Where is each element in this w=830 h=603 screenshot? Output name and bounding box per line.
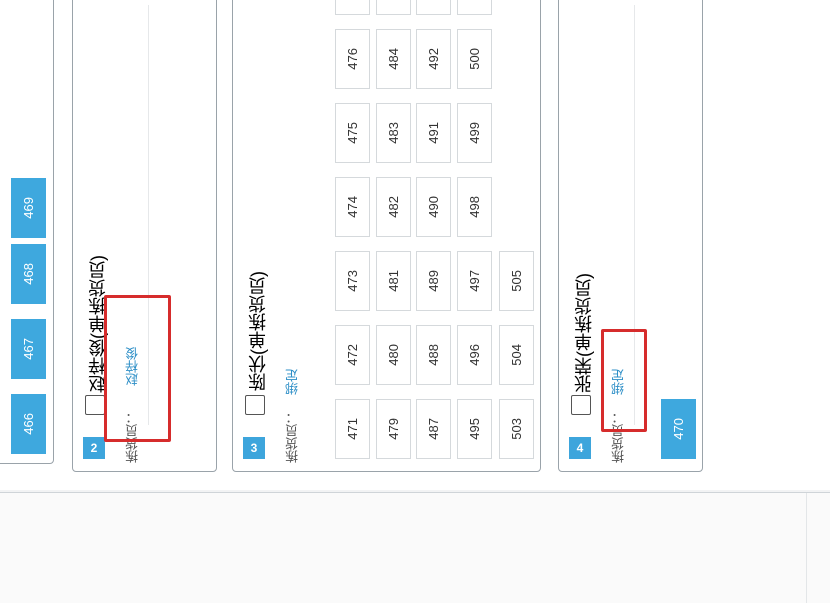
select-checkbox[interactable] — [85, 395, 105, 415]
slot-480[interactable]: 480 — [376, 325, 411, 385]
slot-469[interactable]: 469 — [11, 178, 46, 238]
slot-483[interactable]: 483 — [376, 103, 411, 163]
slot-504[interactable]: 504 — [499, 325, 534, 385]
slot-505[interactable]: 505 — [499, 251, 534, 311]
select-checkbox[interactable] — [245, 395, 265, 415]
slot-partial — [457, 0, 492, 15]
slot-488[interactable]: 488 — [416, 325, 451, 385]
slot-467[interactable]: 467 — [11, 319, 46, 379]
slot-499[interactable]: 499 — [457, 103, 492, 163]
slot-479[interactable]: 479 — [376, 399, 411, 459]
slot-487[interactable]: 487 — [416, 399, 451, 459]
slot-498[interactable]: 498 — [457, 177, 492, 237]
card-number-badge: 2 — [83, 437, 105, 459]
picker-name: 张荣(单拣货员) — [574, 273, 594, 393]
slot-489[interactable]: 489 — [416, 251, 451, 311]
slot-468[interactable]: 468 — [11, 244, 46, 304]
page-content: 466 467 468 469 2 赵梓俊(单拣货员) 拣货员： 赵梓俊 3 陈… — [0, 0, 830, 490]
slot-497[interactable]: 497 — [457, 251, 492, 311]
picker-card-1: 466 467 468 469 — [0, 0, 54, 464]
highlight-box — [601, 329, 647, 432]
select-checkbox[interactable] — [571, 395, 591, 415]
picker-label: 拣货员： — [285, 411, 300, 463]
slot-500[interactable]: 500 — [457, 29, 492, 89]
slot-partial — [416, 0, 451, 15]
slot-471[interactable]: 471 — [335, 399, 370, 459]
slot-491[interactable]: 491 — [416, 103, 451, 163]
slot-495[interactable]: 495 — [457, 399, 492, 459]
slot-partial — [335, 0, 370, 15]
slot-474[interactable]: 474 — [335, 177, 370, 237]
divider — [806, 493, 807, 603]
card-number-badge: 3 — [243, 437, 265, 459]
card-number-badge: 4 — [569, 437, 591, 459]
slot-470[interactable]: 470 — [661, 399, 696, 459]
slot-partial — [376, 0, 411, 15]
slot-466[interactable]: 466 — [11, 394, 46, 454]
picker-card-3: 3 陈伏(单拣货员) 拣货员： 绑定 471 472 473 474 475 4… — [232, 0, 541, 472]
slot-475[interactable]: 475 — [335, 103, 370, 163]
slot-481[interactable]: 481 — [376, 251, 411, 311]
slot-492[interactable]: 492 — [416, 29, 451, 89]
slot-496[interactable]: 496 — [457, 325, 492, 385]
slot-503[interactable]: 503 — [499, 399, 534, 459]
slot-490[interactable]: 490 — [416, 177, 451, 237]
highlight-box — [104, 295, 171, 442]
slot-473[interactable]: 473 — [335, 251, 370, 311]
picker-name: 陈伏(单拣货员) — [248, 271, 268, 391]
slot-472[interactable]: 472 — [335, 325, 370, 385]
slot-484[interactable]: 484 — [376, 29, 411, 89]
bottom-panel — [0, 492, 830, 603]
slot-476[interactable]: 476 — [335, 29, 370, 89]
slot-482[interactable]: 482 — [376, 177, 411, 237]
bind-link[interactable]: 绑定 — [283, 369, 302, 395]
